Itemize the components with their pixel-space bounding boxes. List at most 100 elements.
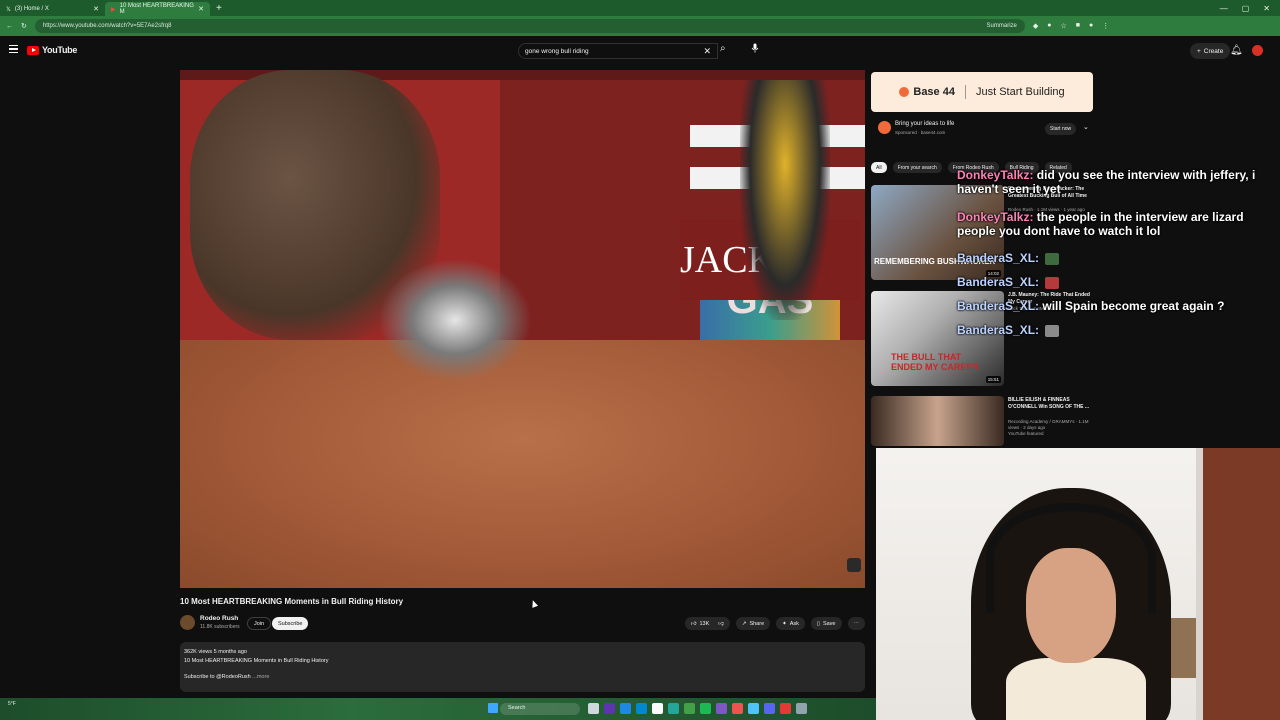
chat-username: BanderaS_XL: [957,275,1040,289]
window-controls: — ▢ ✕ [1220,4,1280,13]
spotify-icon[interactable] [700,703,711,714]
hamburger-menu-icon[interactable] [9,45,18,53]
mouse-cursor-icon [529,599,539,608]
tab-close-icon[interactable]: ✕ [198,5,204,13]
chrome-icon[interactable] [780,703,791,714]
chip-all[interactable]: All [871,162,887,173]
reload-icon[interactable]: ↻ [21,22,27,30]
door-frame [1196,448,1203,720]
account-avatar[interactable] [1252,45,1263,56]
like-count: 13K [699,620,710,627]
subscriber-count: 11.8K subscribers [200,624,240,630]
app-icon[interactable] [748,703,759,714]
tab-label: (3) Home / X [14,6,49,12]
app-icon[interactable] [796,703,807,714]
back-icon[interactable]: ← [6,23,13,30]
chat-message: DonkeyTalkz: did you see the interview w… [957,168,1280,196]
ad-banner[interactable]: Base 44 Just Start Building [871,72,1093,112]
video-player[interactable]: INVITAT THACKER GAS JACK [180,70,865,588]
emote-icon [1045,324,1060,337]
close-window-icon[interactable]: ✕ [1263,4,1270,13]
summarize-button[interactable]: Summarize [987,23,1017,29]
chat-username: DonkeyTalkz: [957,210,1034,224]
video-description[interactable]: 362K views 5 months ago 10 Most HEARTBRE… [180,642,865,692]
bookmark-icon: ▯ [816,620,820,627]
obs-icon[interactable] [716,703,727,714]
new-tab-button[interactable]: + [216,3,222,14]
weather-widget[interactable]: 5°F [8,701,16,707]
app-icon[interactable] [620,703,631,714]
channel-avatar[interactable] [180,615,195,630]
emote-icon [1045,252,1060,265]
thumbnail-caption: THE BULL THAT ENDED MY CAREER [891,352,979,372]
ad-logo: Base 44 [899,86,955,98]
description-subscribe-line: Subscribe to @RodeoRush ...more [184,673,861,682]
like-button[interactable]: 👍︎ 13K 👎︎ [684,617,730,630]
menu-icon[interactable]: ⋮ [1102,22,1109,30]
maximize-icon[interactable]: ▢ [1242,4,1250,13]
microphone-icon[interactable] [750,43,760,53]
create-button[interactable]: + Create [1190,43,1231,59]
recommendation-thumbnail[interactable] [871,396,1004,446]
ad-divider [964,85,966,99]
chat-message: BanderaS_XL: [957,323,1280,337]
app-icon[interactable] [668,703,679,714]
discord-icon[interactable] [764,703,775,714]
channel-watermark-icon[interactable] [847,558,861,572]
extensions-bar: ◆ ● ☆ ■ ● ⋮ [1033,22,1109,30]
join-button[interactable]: Join [247,617,272,630]
ask-label: Ask [789,620,799,627]
extension-icon[interactable]: ■ [1076,22,1080,30]
ad-brand: Base 44 [913,86,955,98]
chip-from-search[interactable]: From your search [892,162,942,173]
bookmark-icon[interactable]: ☆ [1061,22,1067,30]
youtube-logo[interactable]: YouTube [27,45,77,55]
search-icon[interactable]: ⌕ [720,43,726,54]
channel-name[interactable]: Rodeo Rush [200,615,238,622]
clear-search-icon[interactable]: ✕ [703,46,711,57]
notifications-bell-icon[interactable]: 🔔︎ [1230,45,1243,56]
edge-icon[interactable] [636,703,647,714]
chevron-down-icon[interactable]: ⌄ [1083,123,1089,131]
taskbar-search[interactable]: Search [500,703,580,715]
subscribe-button[interactable]: Subscribe [272,617,309,630]
extension-icon[interactable]: ◆ [1033,22,1038,30]
chat-username: BanderaS_XL: [957,251,1040,265]
start-button-icon[interactable] [488,703,498,713]
thumbs-down-icon[interactable]: 👎︎ [718,621,724,627]
recommendation-title[interactable]: BILLIE EILISH & FINNEAS O'CONNELL Win SO… [1008,397,1090,410]
bullfighter-figure [740,80,830,320]
browser-tab-x[interactable]: 𝕏 (3) Home / X ✕ [0,2,105,16]
extension-icon[interactable]: ● [1047,22,1051,30]
recommendation-item[interactable]: BILLIE EILISH & FINNEAS O'CONNELL Win SO… [871,396,1093,446]
show-more-link[interactable]: ...more [252,674,269,680]
save-button[interactable]: ▯ Save [810,617,842,630]
share-button[interactable]: ↗ Share [735,617,771,630]
more-actions-icon[interactable]: ⋯ [847,617,865,630]
minimize-icon[interactable]: — [1220,4,1228,13]
streamer-body [1006,658,1146,720]
ad-cta-button[interactable]: Start now [1045,123,1077,135]
browser-tab-youtube[interactable]: ▶ 10 Most HEARTBREAKING M ✕ [105,2,210,16]
video-title: 10 Most HEARTBREAKING Moments in Bull Ri… [180,597,404,606]
url-text: https://www.youtube.com/watch?v=5E7Ae2sf… [42,23,172,29]
app-icon[interactable] [652,703,663,714]
address-bar[interactable]: https://www.youtube.com/watch?v=5E7Ae2sf… [34,19,1025,33]
emote-icon [1045,276,1060,289]
search-input[interactable]: gone wrong bull riding ✕ [518,43,718,59]
logo-text: YouTube [42,45,78,55]
screen: 𝕏 (3) Home / X ✕ ▶ 10 Most HEARTBREAKING… [0,0,1280,720]
app-icon[interactable] [604,703,615,714]
tab-close-icon[interactable]: ✕ [93,5,99,13]
file-explorer-icon[interactable] [588,703,599,714]
ad-brand-icon [899,87,910,97]
app-icon[interactable] [684,703,695,714]
youtube-favicon-icon: ▶ [111,6,116,13]
create-label: Create [1203,47,1224,55]
ask-button[interactable]: ✦ Ask [776,617,805,630]
thumbs-up-icon: 👍︎ [690,620,697,627]
app-icon[interactable] [732,703,743,714]
description-stats: 362K views 5 months ago [184,649,247,655]
recommendation-meta: Recording Academy / GRAMMYs · 1.1M views… [1008,411,1090,437]
profile-icon[interactable]: ● [1089,22,1093,30]
